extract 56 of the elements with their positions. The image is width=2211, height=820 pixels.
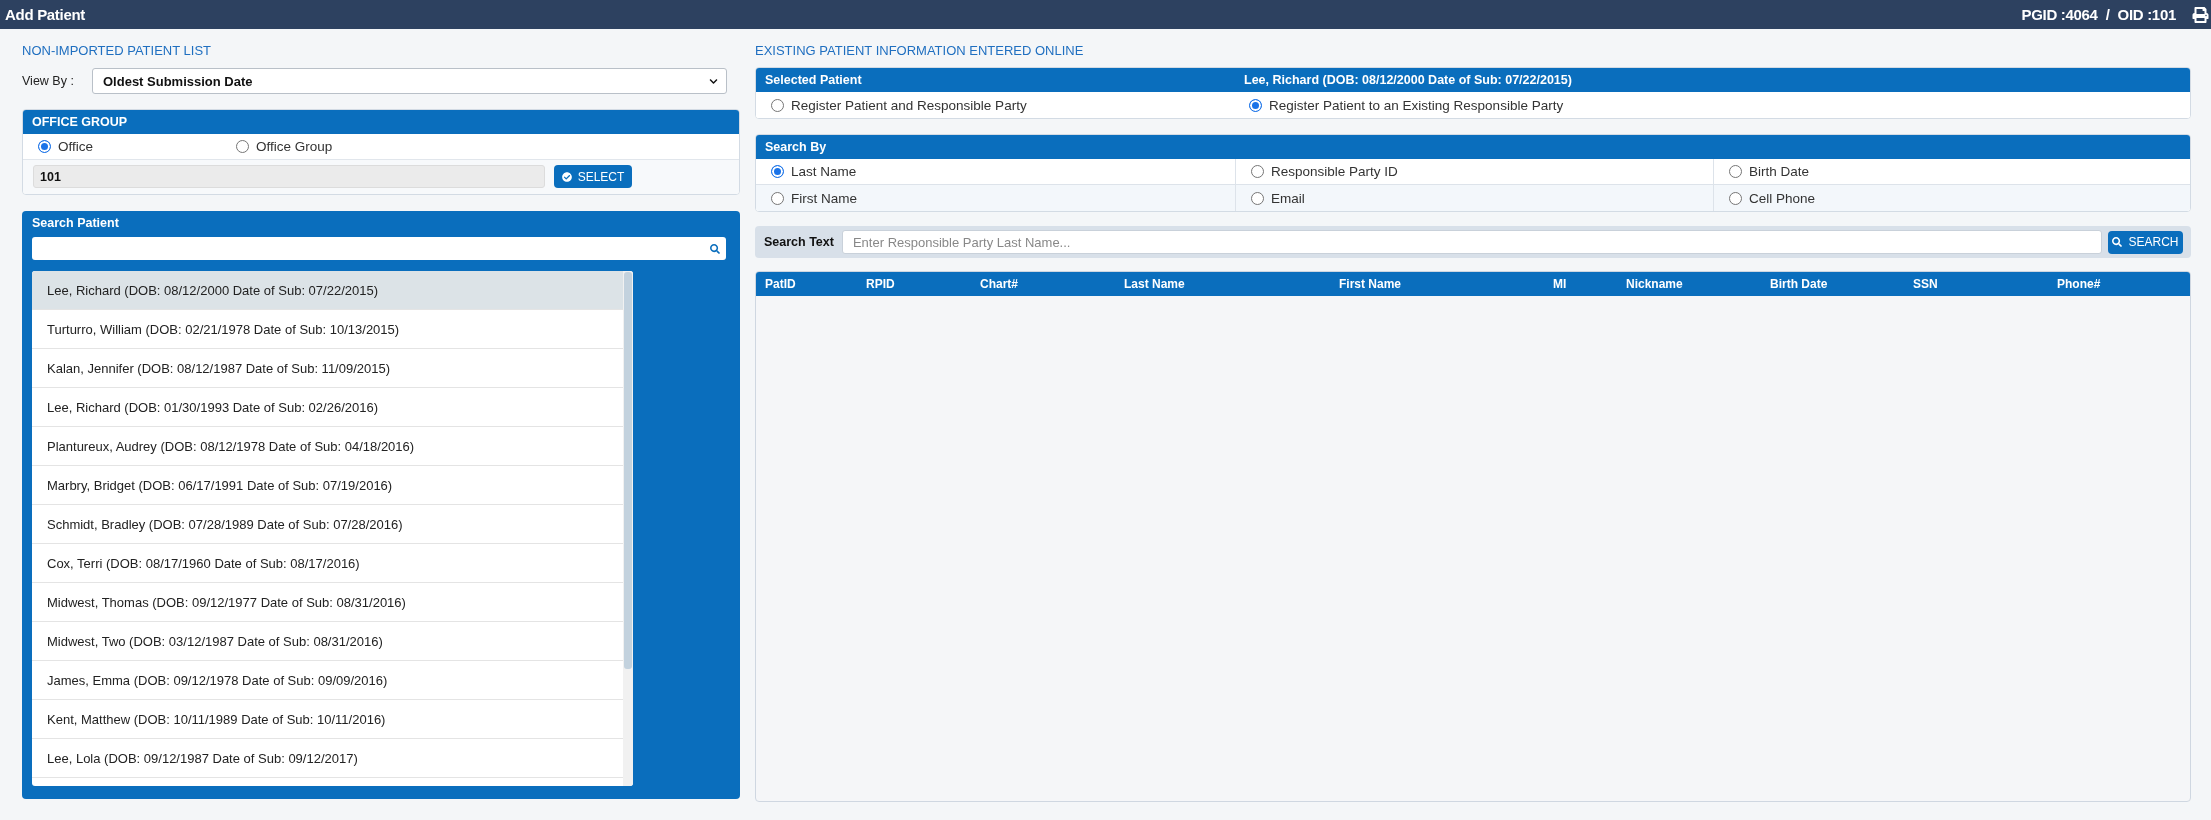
selected-patient-name: Lee, Richard (DOB: 08/12/2000 Date of Sub: 07/22/2015) — [1243, 73, 1572, 87]
print-icon[interactable] — [2192, 6, 2209, 23]
column-header: First Name — [1339, 277, 1402, 291]
option-label: Last Name — [791, 164, 857, 179]
column-header: Nickname — [1626, 277, 1683, 291]
header-label: Selected Patient — [764, 73, 862, 87]
column-header: Chart# — [980, 277, 1018, 291]
search-button[interactable]: SEARCH — [2108, 230, 2183, 254]
patient-list-item[interactable]: Lee, Richard (DOB: 08/12/2000 Date of Sub: 07/22/2015) — [32, 271, 623, 310]
radio-button[interactable] — [1251, 191, 1264, 205]
id-text: PGID :4064 — [2021, 6, 2098, 23]
search-field[interactable] — [32, 237, 726, 260]
option-label: Register Patient and Responsible Party — [791, 97, 1027, 113]
radio-button[interactable] — [771, 98, 784, 112]
radio-button[interactable] — [236, 140, 249, 153]
view-by-label: View By : — [22, 74, 75, 88]
panel-title: Search Patient — [32, 215, 119, 232]
radio-button[interactable] — [771, 191, 784, 205]
scrollbar-thumb[interactable] — [624, 272, 632, 669]
column-header: MI — [1553, 277, 1567, 291]
option-label: Email — [1271, 190, 1305, 206]
option-label: Register Patient to an Existing Responsible Party — [1269, 97, 1564, 113]
search-icon — [2112, 237, 2123, 247]
window-title: Add Patient — [5, 6, 86, 23]
radio-button[interactable] — [1249, 98, 1262, 112]
radio-button[interactable] — [1251, 165, 1264, 178]
column-header: PatID — [765, 277, 796, 291]
search-text-field[interactable]: Enter Responsible Party Last Name... — [841, 230, 2102, 254]
radio-button[interactable] — [1729, 191, 1742, 205]
column-header: RPID — [866, 277, 895, 291]
option-label: Birth Date — [1749, 164, 1810, 179]
panel-header: Search By — [756, 135, 2190, 159]
search-text-label: Search Text — [764, 235, 834, 249]
view-by-dropdown[interactable]: Oldest Submission Date — [92, 68, 727, 94]
column-header: Birth Date — [1770, 277, 1828, 291]
search-icon — [710, 243, 720, 254]
option-label: Cell Phone — [1749, 190, 1816, 206]
id-text: / — [2105, 6, 2110, 23]
radio-button[interactable] — [771, 165, 784, 178]
radio-button[interactable] — [1729, 165, 1742, 178]
column-header: Phone# — [2057, 277, 2101, 291]
option-label: Responsible Party ID — [1271, 164, 1398, 179]
scrollbar-track[interactable] — [623, 271, 633, 786]
section-title: EXISTING PATIENT INFORMATION ENTERED ONLINE — [755, 43, 1084, 59]
chevron-down-icon — [709, 76, 718, 86]
id-text: OID :101 — [2117, 6, 2176, 23]
radio-button[interactable] — [38, 140, 51, 153]
column-header: Last Name — [1124, 277, 1185, 291]
section-title: NON-IMPORTED PATIENT LIST — [22, 43, 211, 59]
option-label: First Name — [791, 190, 857, 206]
option-label: Office Group — [256, 139, 333, 154]
option-label: Office — [58, 139, 93, 154]
office-field[interactable]: 101 — [33, 165, 545, 188]
select-button[interactable]: SELECT — [554, 165, 632, 188]
panel-header: OFFICE GROUP — [23, 110, 739, 134]
column-header: SSN — [1913, 277, 1938, 291]
